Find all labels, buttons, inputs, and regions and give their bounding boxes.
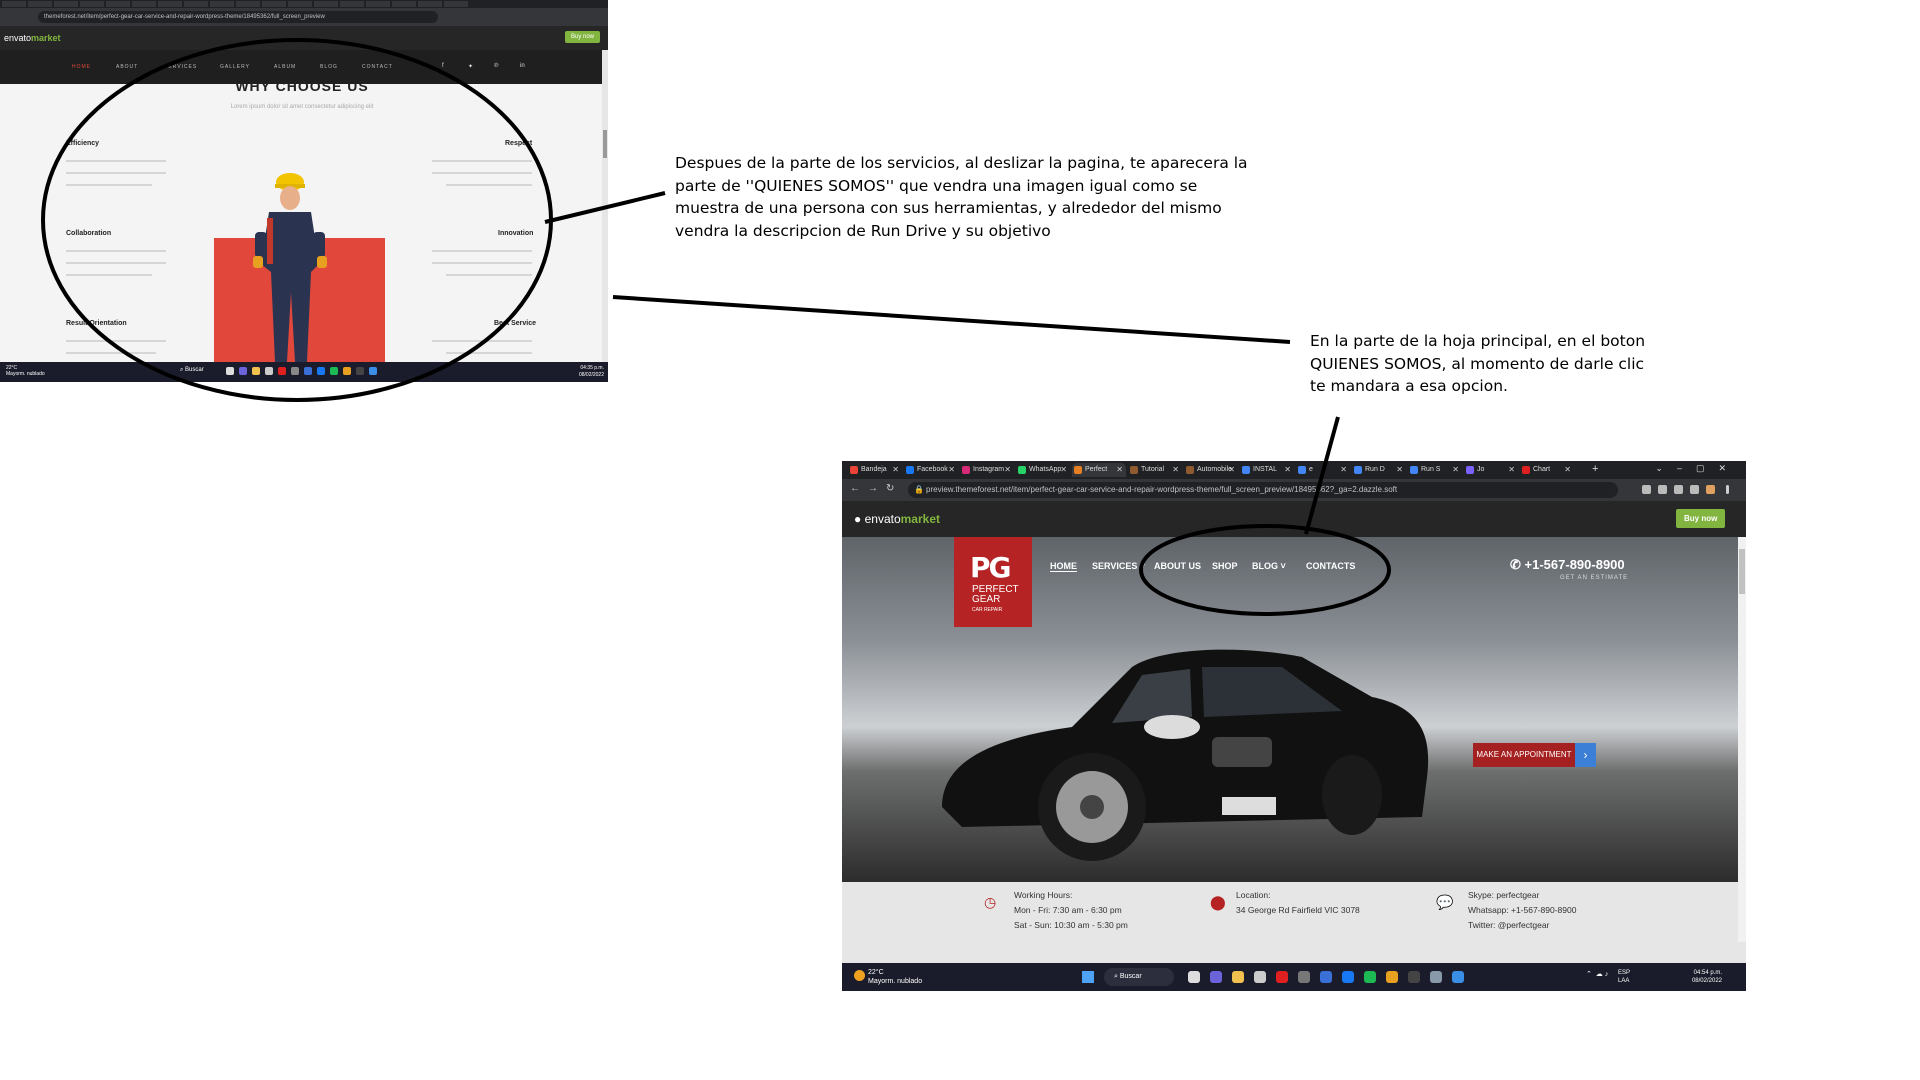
nav-album[interactable]: ALBUM bbox=[274, 64, 296, 70]
taskbar-app-icons[interactable] bbox=[1188, 971, 1464, 983]
browser-tab[interactable]: Run D ✕ bbox=[1352, 463, 1406, 477]
nav-home[interactable]: HOME bbox=[1050, 561, 1077, 572]
browser-tab[interactable]: WhatsApp ✕ bbox=[1016, 463, 1070, 477]
envato-logo[interactable]: ● envatomarket bbox=[854, 512, 940, 526]
feature-title: Result Orientation bbox=[66, 320, 127, 327]
weather-widget[interactable]: 22°C Mayorm. nublado bbox=[6, 365, 45, 377]
browser-tab[interactable]: Instagram ✕ bbox=[960, 463, 1014, 477]
feature-title: Respect bbox=[505, 140, 533, 147]
taskbar-clock[interactable]: 04:35 p.m. 08/02/2022 bbox=[579, 365, 604, 379]
nav-home[interactable]: HOME bbox=[72, 64, 91, 70]
system-tray[interactable]: ⌃ ☁ ♪ bbox=[1586, 970, 1608, 978]
chevron-right-icon[interactable]: › bbox=[1575, 743, 1596, 767]
section-subheading: Lorem ipsum dolor sit amet consectetur a… bbox=[230, 104, 374, 110]
screenshot-why-choose-us: themeforest.net/item/perfect-gear-car-se… bbox=[0, 0, 608, 382]
screenshot-home-page: Bandeja ✕ Facebook ✕ Instagram ✕ WhatsApp ✕ … bbox=[842, 461, 1746, 991]
browser-toolbar: ← → ↻ 🔒 preview.themeforest.net/item/perf… bbox=[842, 479, 1746, 501]
nav-blog[interactable]: BLOG bbox=[320, 64, 338, 70]
back-icon[interactable]: ← bbox=[850, 483, 860, 494]
nav-contact[interactable]: CONTACT bbox=[362, 64, 393, 70]
twitter-icon[interactable]: ✦ bbox=[468, 63, 473, 70]
working-hours: Working Hours: Mon - Fri: 7:30 am - 6:30 … bbox=[1014, 890, 1128, 930]
buy-now-button[interactable]: Buy now bbox=[564, 31, 600, 43]
hero-banner: PG PERFECT GEAR CAR REPAIR HOME SERVICES… bbox=[842, 537, 1738, 882]
nav-blog[interactable]: BLOG ˅ bbox=[1252, 561, 1286, 571]
phone-icon: ✆ bbox=[1510, 557, 1521, 572]
extension-icon[interactable] bbox=[1674, 485, 1683, 494]
share-icon[interactable] bbox=[1642, 485, 1651, 494]
puzzle-icon[interactable] bbox=[1690, 485, 1699, 494]
bookmark-icon[interactable] bbox=[1658, 485, 1667, 494]
forward-icon[interactable]: → bbox=[868, 483, 878, 494]
new-tab-button[interactable]: + bbox=[1592, 463, 1598, 475]
windows-taskbar: 22°C Mayorm. nublado ⌕ Buscar 04:35 p.m. 0… bbox=[0, 362, 608, 382]
nav-about[interactable]: ABOUT bbox=[116, 64, 138, 70]
chat-icon: 💬 bbox=[1436, 894, 1454, 910]
buy-now-button[interactable]: Buy now bbox=[1676, 509, 1726, 528]
section-heading: WHY CHOOSE US bbox=[235, 78, 369, 94]
nav-services[interactable]: SERVICES ˅ bbox=[1092, 561, 1145, 571]
browser-tab[interactable]: Run S ✕ bbox=[1408, 463, 1462, 477]
pointer-line-note2 bbox=[612, 295, 1291, 344]
location-info: Location: 34 George Rd Fairfield VIC 3078 bbox=[1236, 890, 1360, 915]
linkedin-icon[interactable]: in bbox=[520, 63, 525, 69]
annotation-note-quienes-somos-section: Despues de la parte de los servicios, al… bbox=[675, 154, 1248, 240]
pinterest-icon[interactable]: ℗ bbox=[494, 63, 498, 69]
nav-gallery[interactable]: GALLERY bbox=[220, 64, 250, 70]
perfect-gear-logo[interactable]: PG PERFECT GEAR CAR REPAIR bbox=[954, 537, 1032, 627]
taskbar-clock[interactable]: 04:54 p.m. 08/02/2022 bbox=[1682, 969, 1722, 985]
browser-tab-active[interactable]: Perfect ✕ bbox=[1072, 463, 1126, 477]
browser-tab[interactable]: e ✕ bbox=[1296, 463, 1350, 477]
reload-icon[interactable]: ↻ bbox=[886, 483, 894, 494]
info-strip: ◷ Working Hours: Mon - Fri: 7:30 am - 6:3… bbox=[842, 882, 1738, 942]
taskbar-search[interactable]: ⌕ Buscar bbox=[180, 367, 204, 374]
feature-title: Collaboration bbox=[66, 230, 112, 237]
make-appointment-button[interactable]: MAKE AN APPOINTMENT bbox=[1473, 743, 1575, 767]
browser-tab[interactable]: INSTAL ✕ bbox=[1240, 463, 1294, 477]
envato-logo[interactable]: envatomarket bbox=[4, 33, 61, 43]
avatar[interactable] bbox=[1706, 485, 1715, 494]
nav-about-us[interactable]: ABOUT US bbox=[1154, 561, 1201, 571]
feature-title: Efficiency bbox=[66, 140, 100, 147]
page-scrollbar[interactable] bbox=[1738, 537, 1746, 942]
feature-title: Best Service bbox=[494, 320, 537, 327]
estimate-link[interactable]: GET AN ESTIMATE bbox=[1560, 575, 1628, 581]
phone-number[interactable]: ✆ +1-567-890-8900 bbox=[1510, 557, 1625, 573]
address-bar[interactable]: themeforest.net/item/perfect-gear-car-se… bbox=[38, 11, 438, 23]
kebab-menu-icon[interactable] bbox=[1726, 485, 1729, 494]
facebook-icon[interactable]: f bbox=[442, 63, 444, 69]
taskbar-app-icons[interactable] bbox=[226, 367, 377, 375]
weather-widget[interactable]: 22°C Mayorm. nublado bbox=[854, 968, 922, 986]
black-car-image bbox=[942, 649, 1429, 861]
page-scrollbar[interactable] bbox=[602, 50, 608, 362]
browser-tab[interactable]: Chart ✕ bbox=[1520, 463, 1574, 477]
nav-contacts[interactable]: CONTACTS bbox=[1306, 561, 1355, 571]
envato-bar: envatomarket Buy now bbox=[0, 26, 608, 50]
taskbar-search[interactable]: ⌕ Buscar bbox=[1104, 968, 1174, 986]
mechanic-worker-image bbox=[253, 173, 327, 362]
browser-tab[interactable]: Jo ✕ bbox=[1464, 463, 1518, 477]
language-indicator[interactable]: ESP LAA bbox=[1618, 969, 1630, 985]
nav-shop[interactable]: SHOP bbox=[1212, 561, 1238, 571]
annotation-note-quienes-somos-button: En la parte de la hoja principal, en el … bbox=[1310, 332, 1646, 395]
browser-tab-strip[interactable] bbox=[0, 0, 608, 8]
location-pin-icon: ⬤ bbox=[1210, 894, 1226, 910]
address-bar[interactable]: 🔒 preview.themeforest.net/item/perfect-ge… bbox=[908, 482, 1618, 498]
browser-tab[interactable]: Automobile ✕ bbox=[1184, 463, 1238, 477]
browser-toolbar: themeforest.net/item/perfect-gear-car-se… bbox=[0, 8, 608, 26]
contact-info: Skype: perfectgear Whatsapp: +1-567-890-8… bbox=[1468, 890, 1577, 930]
browser-tab[interactable]: Tutorial ✕ bbox=[1128, 463, 1182, 477]
clock-icon: ◷ bbox=[984, 894, 997, 910]
windows-taskbar: 22°C Mayorm. nublado ⌕ Buscar ⌃ ☁ ♪ ESP LA… bbox=[842, 963, 1746, 991]
window-controls[interactable]: ⌄–▢✕ bbox=[1655, 463, 1740, 474]
lock-icon: 🔒 bbox=[914, 485, 924, 494]
nav-services[interactable]: SERVICES bbox=[164, 64, 197, 70]
windows-start-icon[interactable] bbox=[1082, 971, 1094, 983]
envato-bar: ● envatomarket Buy now bbox=[842, 501, 1746, 537]
feature-title: Innovation bbox=[498, 230, 534, 237]
browser-tab-strip: Bandeja ✕ Facebook ✕ Instagram ✕ WhatsApp ✕ … bbox=[842, 461, 1746, 479]
browser-tab[interactable]: Bandeja ✕ bbox=[848, 463, 902, 477]
why-choose-us-section: WHY CHOOSE US Lorem ipsum dolor sit amet… bbox=[0, 78, 604, 362]
browser-tab[interactable]: Facebook ✕ bbox=[904, 463, 958, 477]
